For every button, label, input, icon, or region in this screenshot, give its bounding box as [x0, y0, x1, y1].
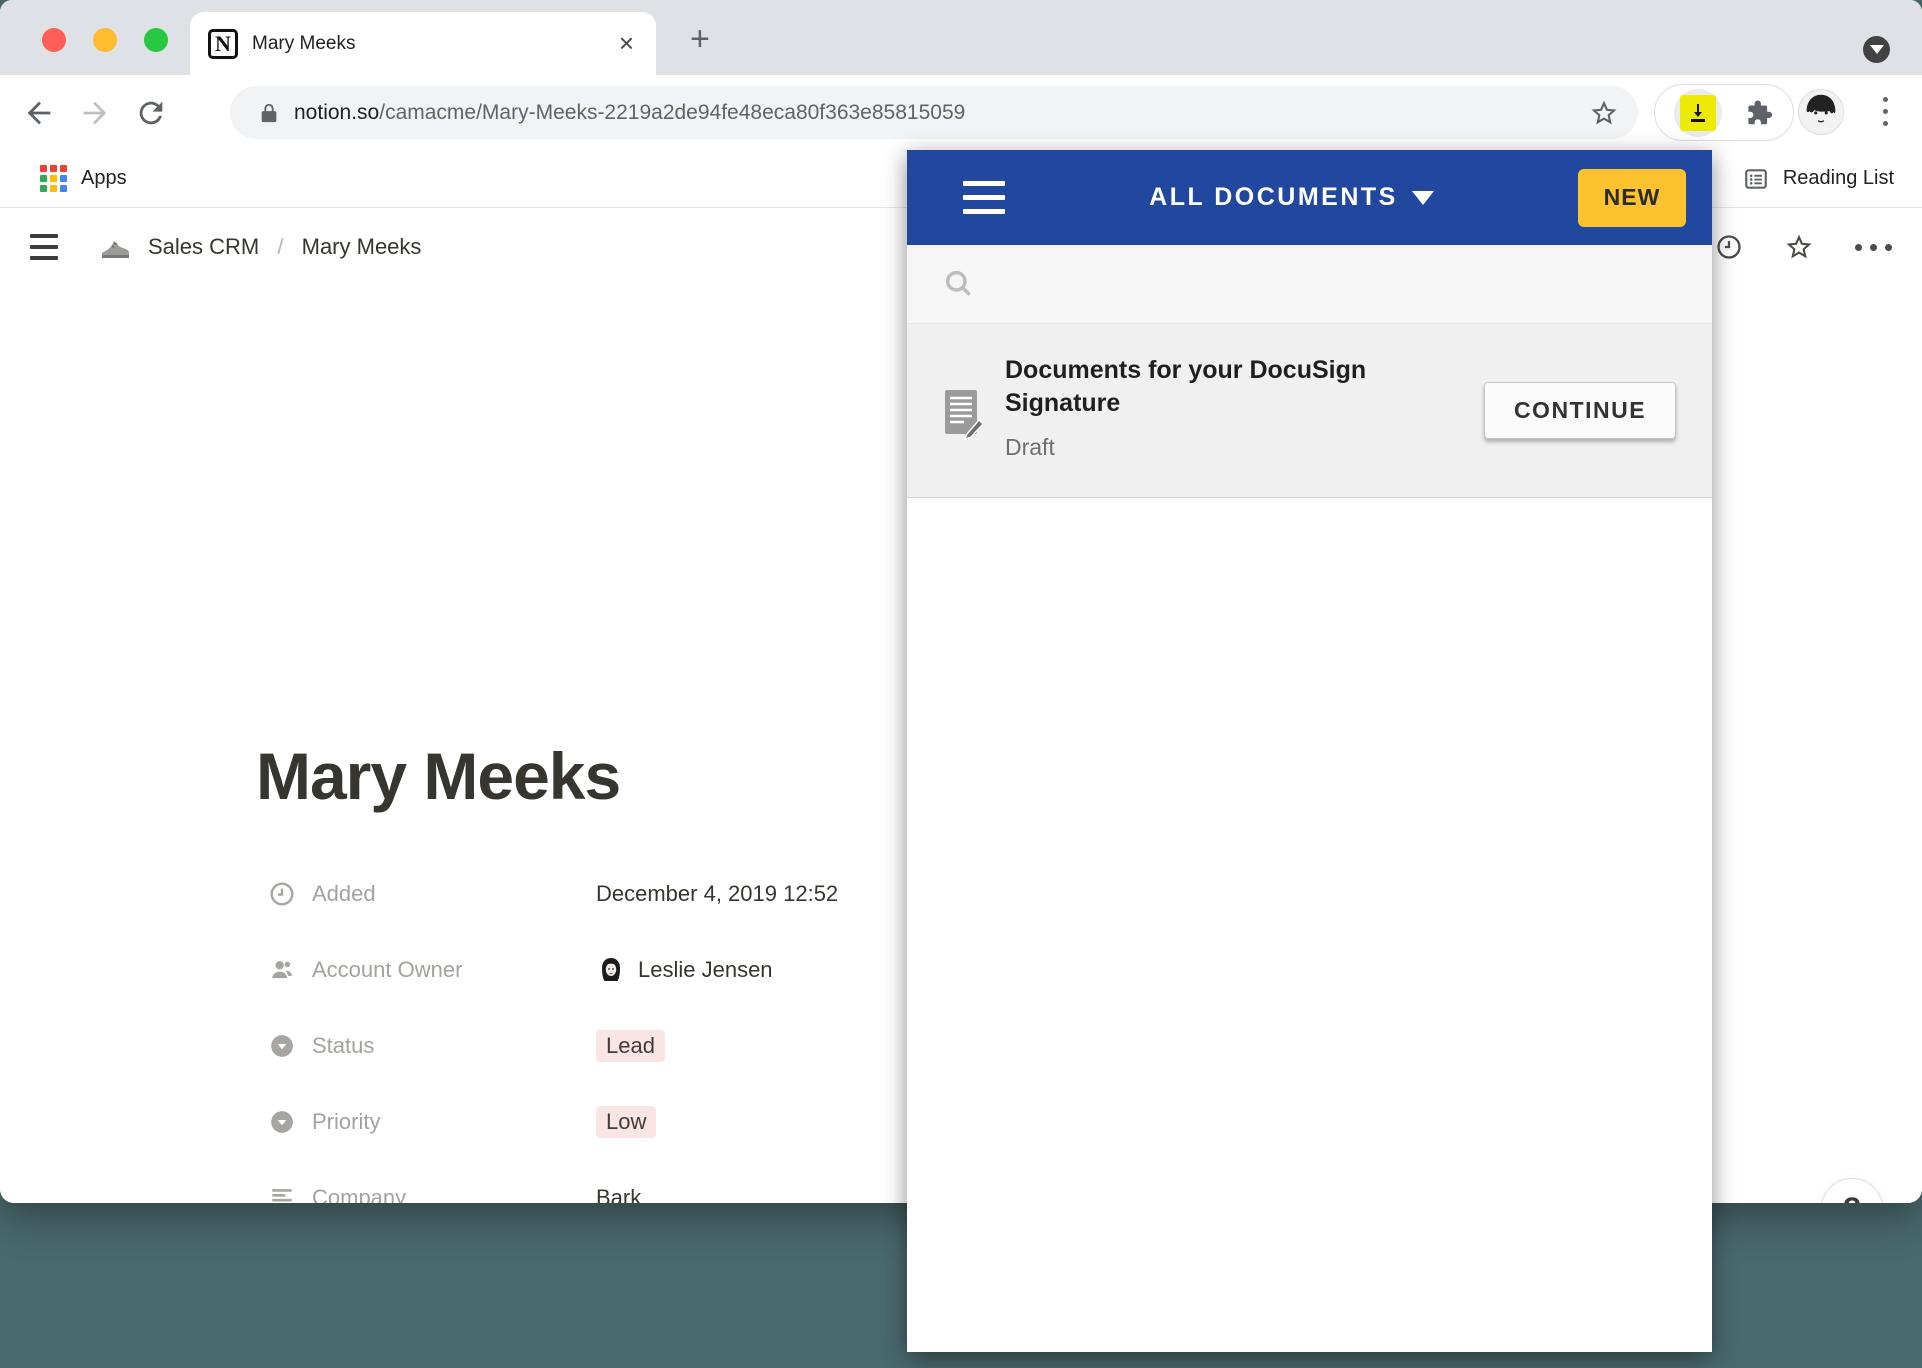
document-draft-icon	[943, 388, 983, 440]
document-list-item[interactable]: Documents for your DocuSign Signature Dr…	[907, 323, 1712, 498]
url-domain: notion.so	[294, 101, 379, 124]
tab-close-icon[interactable]: ×	[615, 28, 638, 59]
person-icon	[268, 956, 296, 984]
document-title: Documents for your DocuSign Signature	[1005, 354, 1435, 420]
property-label: Added	[312, 881, 596, 907]
caret-down-icon	[1412, 191, 1434, 205]
close-window-button[interactable]	[42, 28, 66, 52]
window-controls	[42, 28, 168, 52]
sneaker-icon	[98, 230, 132, 264]
breadcrumb-workspace[interactable]: Sales CRM	[148, 234, 259, 259]
tab-strip: N Mary Meeks × +	[0, 0, 1922, 75]
documents-filter-dropdown[interactable]: ALL DOCUMENTS	[1005, 183, 1578, 212]
select-dropdown-icon	[268, 1108, 296, 1136]
property-value-added[interactable]: December 4, 2019 12:52	[596, 881, 838, 907]
new-document-button[interactable]: NEW	[1578, 169, 1686, 227]
browser-toolbar: notion.so/camacme/Mary-Meeks-2219a2de94f…	[0, 75, 1922, 150]
chevron-down-icon	[1870, 45, 1884, 54]
docusign-empty-area	[907, 498, 1712, 1352]
breadcrumb-separator: /	[277, 234, 283, 259]
docusign-search-bar[interactable]	[907, 245, 1712, 323]
docusign-header: ALL DOCUMENTS NEW	[907, 150, 1712, 245]
property-row-status[interactable]: Status Lead	[268, 1008, 838, 1084]
bookmark-star-icon[interactable]	[1590, 99, 1618, 127]
property-value-account-owner[interactable]: Leslie Jensen	[596, 955, 773, 985]
browser-menu-button[interactable]	[1883, 97, 1888, 126]
tab-search-button[interactable]	[1863, 36, 1890, 63]
back-button[interactable]	[22, 96, 56, 130]
reading-list-icon	[1743, 166, 1769, 192]
zoom-window-button[interactable]	[144, 28, 168, 52]
documents-filter-label: ALL DOCUMENTS	[1149, 183, 1398, 212]
continue-button[interactable]: CONTINUE	[1484, 382, 1676, 439]
tab-title: Mary Meeks	[252, 33, 615, 55]
property-row-company[interactable]: Company Bark	[268, 1160, 838, 1203]
property-row-priority[interactable]: Priority Low	[268, 1084, 838, 1160]
docusign-extension-icon	[1680, 95, 1716, 131]
leslie-avatar	[596, 955, 626, 985]
profile-avatar[interactable]	[1798, 89, 1844, 135]
url-text: notion.so/camacme/Mary-Meeks-2219a2de94f…	[294, 101, 965, 125]
minimize-window-button[interactable]	[93, 28, 117, 52]
docusign-popup: ALL DOCUMENTS NEW Documents for your Doc…	[907, 150, 1712, 1352]
forward-button[interactable]	[78, 96, 112, 130]
more-options-icon[interactable]	[1855, 244, 1892, 251]
priority-tag: Low	[596, 1106, 656, 1138]
property-value-company[interactable]: Bark	[596, 1185, 641, 1203]
url-path: /camacme/Mary-Meeks-2219a2de94fe48eca80f…	[379, 101, 965, 124]
extensions-area	[1654, 84, 1794, 141]
address-bar[interactable]: notion.so/camacme/Mary-Meeks-2219a2de94f…	[230, 86, 1638, 139]
browser-tab[interactable]: N Mary Meeks ×	[190, 12, 656, 75]
lock-icon	[258, 102, 280, 124]
property-label: Status	[312, 1033, 596, 1059]
help-button[interactable]: ?	[1821, 1178, 1883, 1203]
extensions-puzzle-icon[interactable]	[1744, 98, 1774, 128]
search-icon	[943, 268, 975, 300]
clock-icon	[268, 880, 296, 908]
account-owner-name: Leslie Jensen	[638, 957, 773, 983]
docusign-menu-icon[interactable]	[963, 181, 1005, 214]
property-value-priority[interactable]: Low	[596, 1106, 656, 1138]
text-lines-icon	[268, 1184, 296, 1203]
apps-shortcut[interactable]: Apps	[81, 167, 127, 190]
breadcrumb-page[interactable]: Mary Meeks	[302, 234, 422, 259]
new-tab-button[interactable]: +	[690, 22, 710, 56]
property-label: Account Owner	[312, 957, 596, 983]
desktop: N Mary Meeks × + notion.so/camacme/Mary	[0, 0, 1922, 1368]
reading-list-button[interactable]: Reading List	[1743, 166, 1894, 192]
document-info: Documents for your DocuSign Signature Dr…	[1005, 354, 1435, 461]
property-value-status[interactable]: Lead	[596, 1030, 665, 1062]
property-row-added[interactable]: Added December 4, 2019 12:52	[268, 856, 838, 932]
status-tag: Lead	[596, 1030, 665, 1062]
property-label: Company	[312, 1185, 596, 1203]
property-row-account-owner[interactable]: Account Owner Leslie Jensen	[268, 932, 838, 1008]
docusign-extension-button[interactable]	[1674, 89, 1722, 137]
document-status: Draft	[1005, 434, 1435, 461]
history-clock-icon[interactable]	[1715, 233, 1743, 261]
select-dropdown-icon	[268, 1032, 296, 1060]
notion-page-actions	[1715, 233, 1892, 261]
reading-list-label: Reading List	[1783, 167, 1894, 190]
apps-grid-icon	[40, 165, 67, 192]
breadcrumb: Sales CRM / Mary Meeks	[148, 234, 421, 260]
property-list: Added December 4, 2019 12:52 Account Own…	[268, 856, 838, 1203]
favorite-star-icon[interactable]	[1785, 233, 1813, 261]
page-title: Mary Meeks	[256, 738, 620, 814]
property-label: Priority	[312, 1109, 596, 1135]
sidebar-toggle-icon[interactable]	[30, 234, 58, 260]
notion-favicon-icon: N	[208, 29, 238, 59]
reload-button[interactable]	[134, 96, 168, 130]
